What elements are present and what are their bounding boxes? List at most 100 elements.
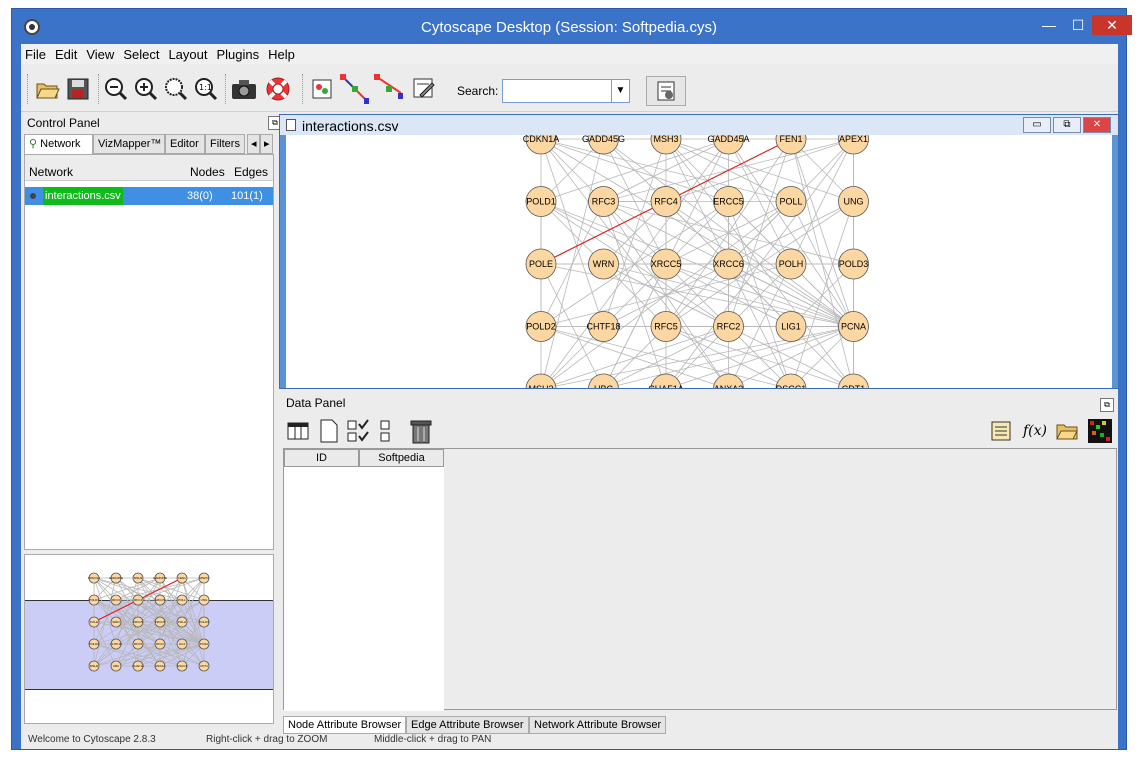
node-label: POLE xyxy=(529,259,553,269)
node-label: GADD45A xyxy=(707,135,749,144)
column-id[interactable]: ID xyxy=(284,449,359,467)
menu-help[interactable]: Help xyxy=(264,44,300,62)
minimize-button[interactable]: — xyxy=(1035,15,1063,35)
menu-select[interactable]: Select xyxy=(119,44,164,62)
network-row[interactable]: interactions.csv 38(0) 101(1) xyxy=(25,187,273,205)
network-node: POLH xyxy=(775,248,807,280)
network-close-button[interactable]: ✕ xyxy=(1083,117,1111,133)
zoom-selected-icon[interactable] xyxy=(161,74,191,104)
network-node: GADD45A xyxy=(707,135,750,155)
search-dropdown-button[interactable]: ▼ xyxy=(612,79,630,103)
node-label: GADD45G xyxy=(582,135,625,144)
network-view-titlebar[interactable]: interactions.csv ▭ ⧉ ✕ xyxy=(280,115,1118,135)
network-node: RFC5 xyxy=(650,311,682,342)
menu-file[interactable]: File xyxy=(21,44,51,62)
column-softpedia[interactable]: Softpedia xyxy=(359,449,444,467)
maximize-button[interactable]: ☐ xyxy=(1064,15,1092,35)
node-label: POLL xyxy=(178,598,186,602)
network-list: Network Nodes Edges interactions.csv 38(… xyxy=(24,154,274,550)
undock-data-panel-icon[interactable]: ⧉ xyxy=(1100,398,1114,412)
close-button[interactable]: ✕ xyxy=(1092,15,1132,35)
apply-style-icon[interactable] xyxy=(307,74,337,104)
trash-icon[interactable] xyxy=(408,418,434,444)
node-label: POLL xyxy=(779,197,802,207)
node-label: FEN1 xyxy=(178,576,186,580)
tab-scroll-right-icon[interactable]: ▸ xyxy=(260,134,273,154)
open-folder-icon[interactable] xyxy=(1054,418,1080,444)
network-node: POLD3 xyxy=(838,248,869,280)
connect-nodes-icon[interactable] xyxy=(373,74,403,104)
network-node: POLL xyxy=(775,186,807,217)
network-node: RFC4 xyxy=(650,186,682,217)
tab-network[interactable]: ⚲ Network xyxy=(24,134,93,155)
node-label: XRCC6 xyxy=(713,259,744,269)
menu-layout[interactable]: Layout xyxy=(164,44,212,62)
search-input[interactable] xyxy=(502,79,612,103)
network-node: RFC2 xyxy=(154,638,166,650)
app-window: Cytoscape Desktop (Session: Softpedia.cy… xyxy=(11,8,1132,750)
network-node: ERCC5 xyxy=(154,594,165,606)
column-network[interactable]: Network xyxy=(29,165,73,179)
node-label: UBC xyxy=(113,664,120,668)
network-node: POLE xyxy=(525,248,557,280)
network-tree-icon: ⚲ xyxy=(29,138,38,150)
network-node: POLD2 xyxy=(88,638,100,650)
menu-plugins[interactable]: Plugins xyxy=(213,44,265,62)
function-builder-icon[interactable]: f(x) xyxy=(1022,418,1048,444)
select-edges-icon[interactable] xyxy=(339,74,369,104)
network-node: DSCC1 xyxy=(775,373,807,388)
menu-edit[interactable]: Edit xyxy=(51,44,82,62)
title-bar[interactable]: Cytoscape Desktop (Session: Softpedia.cy… xyxy=(12,9,1132,45)
network-node: FEN1 xyxy=(775,135,807,155)
attribute-table-body: ID Softpedia xyxy=(284,449,444,711)
node-label: PCNA xyxy=(200,642,208,646)
network-node: ANXA2 xyxy=(154,660,166,672)
node-label: UBC xyxy=(594,384,614,388)
node-label: LIG1 xyxy=(781,322,801,332)
node-label: APEX1 xyxy=(199,576,209,580)
tab-editor[interactable]: Editor xyxy=(165,134,205,154)
node-label: FEN1 xyxy=(779,135,802,144)
node-label: RFC4 xyxy=(134,598,142,602)
save-icon[interactable] xyxy=(63,74,93,104)
column-edges[interactable]: Edges xyxy=(234,165,268,179)
new-attribute-icon[interactable] xyxy=(316,418,342,444)
network-node: POLD1 xyxy=(88,594,100,606)
select-all-icon[interactable] xyxy=(347,418,373,444)
zoom-fit-icon[interactable]: 1:1 xyxy=(191,74,221,104)
import-attributes-icon[interactable] xyxy=(988,418,1014,444)
network-node: UBC xyxy=(588,373,619,388)
edit-icon[interactable] xyxy=(409,74,439,104)
node-label: LIG1 xyxy=(179,642,186,646)
deselect-all-icon[interactable] xyxy=(373,418,399,444)
tab-vizmapper[interactable]: VizMapper™ xyxy=(93,134,165,154)
tab-filters[interactable]: Filters xyxy=(205,134,245,154)
open-folder-icon[interactable] xyxy=(33,74,63,104)
status-bar: Welcome to Cytoscape 2.8.3 Right-click +… xyxy=(21,730,1118,748)
network-restore-button[interactable]: ⧉ xyxy=(1053,117,1081,133)
network-node: CDKN1A xyxy=(523,135,559,155)
camera-icon[interactable] xyxy=(229,74,259,104)
birds-eye-view[interactable]: CDKN1A GADD45G MSH3 GADD45A FEN1 APEX1 POLD1 RF… xyxy=(24,554,274,724)
column-nodes[interactable]: Nodes xyxy=(190,165,225,179)
zoom-in-icon[interactable] xyxy=(131,74,161,104)
table-columns-icon[interactable] xyxy=(285,418,311,444)
node-label: POLH xyxy=(178,620,186,624)
network-node: CDT1 xyxy=(198,660,210,672)
network-node: XRCC6 xyxy=(154,616,165,628)
network-node: POLE xyxy=(88,616,100,628)
node-label: GADD45G xyxy=(109,576,124,580)
search-options-button[interactable] xyxy=(646,76,686,106)
network-graph[interactable]: CDKN1A GADD45G MSH3 GADD45A FEN1 APEX1 POLD1 RF… xyxy=(286,135,1112,388)
network-minimize-button[interactable]: ▭ xyxy=(1023,117,1051,133)
network-node: MSH2 xyxy=(525,373,557,388)
node-label: POLE xyxy=(90,620,98,624)
heatmap-icon[interactable] xyxy=(1087,418,1113,444)
help-lifebuoy-icon[interactable] xyxy=(263,74,293,104)
zoom-out-icon[interactable] xyxy=(101,74,131,104)
network-canvas[interactable]: CDKN1A GADD45G MSH3 GADD45A FEN1 APEX1 POLD1 RF… xyxy=(286,135,1112,388)
tab-scroll-left-icon[interactable]: ◂ xyxy=(247,134,260,154)
menu-view[interactable]: View xyxy=(82,44,119,62)
network-node: APEX1 xyxy=(198,572,210,584)
attribute-table[interactable]: ID Softpedia xyxy=(283,448,1117,711)
